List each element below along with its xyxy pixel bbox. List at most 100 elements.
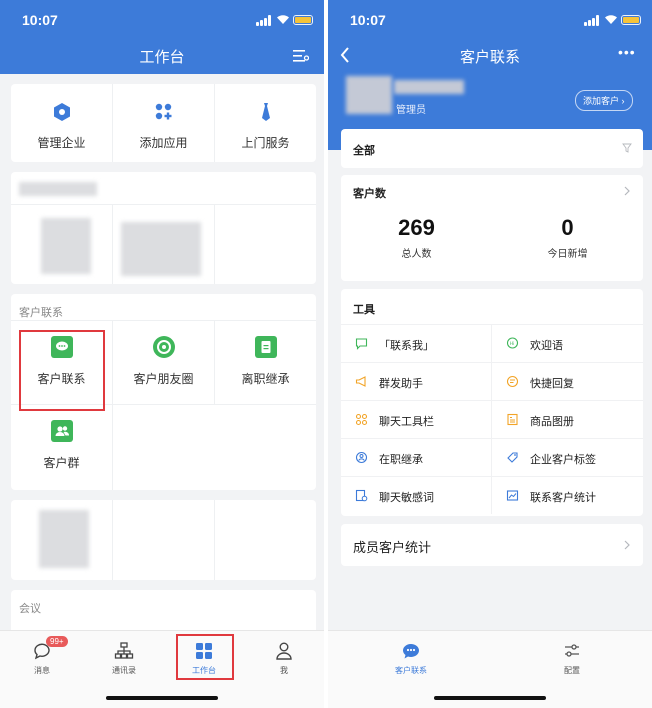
- tool-quick-reply[interactable]: 快捷回复: [492, 362, 643, 400]
- status-bar: 10:07: [0, 0, 324, 40]
- highlight-customer-contact: [19, 330, 105, 411]
- tool-chat-toolbar[interactable]: 聊天工具栏: [341, 400, 492, 438]
- tools-title: 工具: [353, 304, 375, 316]
- tool-contact-stats[interactable]: 联系客户统计: [492, 476, 643, 514]
- sliders-icon: [565, 644, 579, 657]
- blurred-apps-card-2: [11, 500, 316, 580]
- tool-label: 「联系我」: [379, 340, 434, 352]
- tool-label: 聊天工具栏: [379, 416, 434, 428]
- total-count-value: 269: [398, 215, 435, 240]
- new-today-value: 0: [561, 215, 574, 240]
- app-customer-moments-label: 客户朋友圈: [133, 372, 194, 386]
- tool-label: 商品图册: [530, 416, 574, 428]
- blurred-app-icon: [39, 510, 89, 568]
- bottom-tab-bar: 客户联系 配置: [328, 630, 652, 708]
- tool-broadcast[interactable]: 群发助手: [341, 362, 492, 400]
- more-options-icon[interactable]: •••: [618, 44, 636, 60]
- unread-badge: 99+: [46, 636, 68, 647]
- page-title: 客户联系: [459, 49, 520, 66]
- status-time: 10:07: [22, 12, 58, 28]
- bottom-tab-bar: 99+ 消息 通讯录 工作台 我: [0, 630, 324, 708]
- document-icon: [254, 336, 277, 358]
- tool-label: 在职继承: [379, 454, 423, 466]
- status-time: 10:07: [350, 12, 386, 28]
- tool-product-catalog[interactable]: 商品图册: [492, 400, 643, 438]
- chevron-right-icon: [624, 186, 630, 196]
- manage-list-icon[interactable]: [293, 49, 309, 63]
- tool-customer-tags[interactable]: 企业客户标签: [492, 438, 643, 476]
- app-resign-inherit[interactable]: 离职继承: [215, 320, 316, 404]
- blurred-apps-card: [11, 172, 316, 284]
- battery-icon: [621, 15, 641, 25]
- blurred-section-title: [19, 182, 97, 196]
- group-icon: [50, 420, 73, 442]
- quick-actions-card: 管理企业 添加应用 上门服务: [11, 84, 316, 162]
- tool-welcome-message[interactable]: Hi 欢迎语: [492, 324, 643, 362]
- filter-all-label: 全部: [353, 145, 375, 157]
- chat-icon: [355, 338, 368, 350]
- customer-count-card[interactable]: 客户数 269 总人数 0 今日新增: [341, 175, 643, 281]
- left-screen-workbench: 10:07 工作台 管理企业 添加应用 上门服务 客户联系 客户联系 客户朋友圈…: [0, 0, 324, 708]
- funnel-icon[interactable]: [622, 143, 632, 153]
- blurred-company-name: [394, 80, 464, 94]
- tool-contact-me[interactable]: 「联系我」: [341, 324, 492, 362]
- workbench-header: 10:07 工作台: [0, 0, 324, 74]
- tool-active-inherit[interactable]: 在职继承: [341, 438, 492, 476]
- filter-bar[interactable]: 全部: [341, 129, 643, 168]
- app-customer-group[interactable]: 客户群: [11, 404, 112, 488]
- battery-icon: [293, 15, 313, 25]
- section-title-meeting: 会议: [19, 603, 41, 615]
- tools-card: 工具 「联系我」 Hi 欢迎语 群发助手 快捷回复 聊天工具栏 商品图册 在职继…: [341, 289, 643, 516]
- highlight-workbench-tab: [176, 634, 234, 680]
- manage-company-button[interactable]: 管理企业: [11, 84, 113, 162]
- tab-config-label: 配置: [564, 666, 580, 675]
- total-count-label: 总人数: [401, 249, 432, 260]
- stats-chart-icon: [506, 490, 519, 501]
- section-title-customer: 客户联系: [19, 307, 63, 319]
- status-bar: 10:07: [328, 0, 652, 40]
- tool-label: 聊天敏感词: [379, 492, 434, 504]
- person-icon: [276, 642, 292, 660]
- hi-bubble-icon: Hi: [506, 337, 519, 349]
- add-customer-button[interactable]: 添加客户 ›: [575, 90, 633, 111]
- sensitive-doc-icon: [355, 489, 368, 502]
- door-service-label: 上门服务: [241, 136, 290, 150]
- add-app-label: 添加应用: [139, 136, 188, 150]
- manage-company-label: 管理企业: [37, 136, 86, 150]
- aperture-icon: [152, 336, 175, 358]
- catalog-icon: [507, 413, 518, 426]
- customer-contact-header: 10:07 客户联系 ••• 管理员 添加客户 ›: [328, 0, 652, 150]
- tab-contacts-label: 通讯录: [112, 666, 136, 675]
- hexagon-icon: [53, 103, 70, 121]
- chat-bubble-icon: [402, 643, 419, 659]
- blurred-avatar: [346, 76, 392, 114]
- home-indicator: [106, 696, 218, 700]
- app-resign-inherit-label: 离职继承: [241, 372, 290, 386]
- signal-icon: [584, 15, 602, 26]
- member-stats-row[interactable]: 成员客户统计: [341, 524, 643, 566]
- app-customer-moments[interactable]: 客户朋友圈: [113, 320, 214, 404]
- megaphone-icon: [355, 376, 366, 387]
- tab-me-label: 我: [280, 666, 288, 675]
- add-apps-icon: [155, 103, 171, 120]
- quick-reply-icon: [506, 375, 519, 388]
- org-chart-icon: [114, 642, 134, 659]
- home-indicator: [434, 696, 546, 700]
- door-service-button[interactable]: 上门服务: [215, 84, 316, 162]
- tool-label: 企业客户标签: [530, 454, 596, 466]
- blurred-app-icon: [121, 222, 201, 276]
- tag-icon: [507, 452, 518, 463]
- wifi-icon: [605, 15, 617, 24]
- chevron-right-icon: [624, 540, 630, 550]
- right-screen-customer-contact: 10:07 客户联系 ••• 管理员 添加客户 › 全部 客户数 269 总人数…: [328, 0, 652, 708]
- page-title: 工作台: [139, 49, 185, 66]
- blurred-app-icon: [41, 218, 91, 274]
- tool-sensitive-words[interactable]: 聊天敏感词: [341, 476, 492, 514]
- tab-messages-label: 消息: [34, 666, 50, 675]
- tool-label: 快捷回复: [530, 378, 574, 390]
- add-app-button[interactable]: 添加应用: [113, 84, 215, 162]
- tool-label: 欢迎语: [530, 340, 563, 352]
- app-customer-group-label: 客户群: [43, 456, 80, 470]
- tool-label: 群发助手: [379, 378, 423, 390]
- count-title: 客户数: [353, 188, 386, 200]
